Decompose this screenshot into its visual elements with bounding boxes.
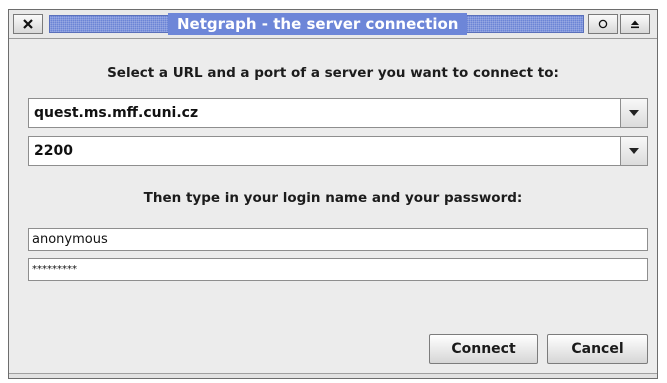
login-prompt-label: Then type in your login name and your pa… [143, 190, 523, 206]
title-bar[interactable]: Netgraph - the server connection [9, 10, 657, 39]
eject-icon [631, 20, 639, 29]
circle-icon [598, 19, 608, 29]
maximize-button[interactable] [620, 14, 650, 34]
url-combobox[interactable]: quest.ms.mff.cuni.cz [28, 98, 648, 128]
close-icon [23, 19, 33, 29]
url-value[interactable]: quest.ms.mff.cuni.cz [34, 99, 198, 127]
server-prompt-label: Select a URL and a port of a server you … [107, 65, 559, 81]
close-button[interactable] [13, 14, 43, 34]
window-title: Netgraph - the server connection [168, 13, 468, 35]
connect-button[interactable]: Connect [429, 334, 538, 364]
cancel-button[interactable]: Cancel [547, 334, 648, 364]
url-dropdown-button[interactable] [620, 99, 647, 127]
username-field[interactable]: anonymous [28, 228, 648, 251]
chevron-down-icon [629, 148, 639, 154]
connection-dialog: Netgraph - the server connection Select … [8, 9, 658, 379]
password-field[interactable]: ********* [28, 258, 648, 281]
port-dropdown-button[interactable] [620, 137, 647, 165]
port-combobox[interactable]: 2200 [28, 136, 648, 166]
window-bottom-edge[interactable] [9, 373, 657, 378]
chevron-down-icon [629, 110, 639, 116]
shade-button[interactable] [588, 14, 618, 34]
port-value[interactable]: 2200 [34, 137, 73, 165]
